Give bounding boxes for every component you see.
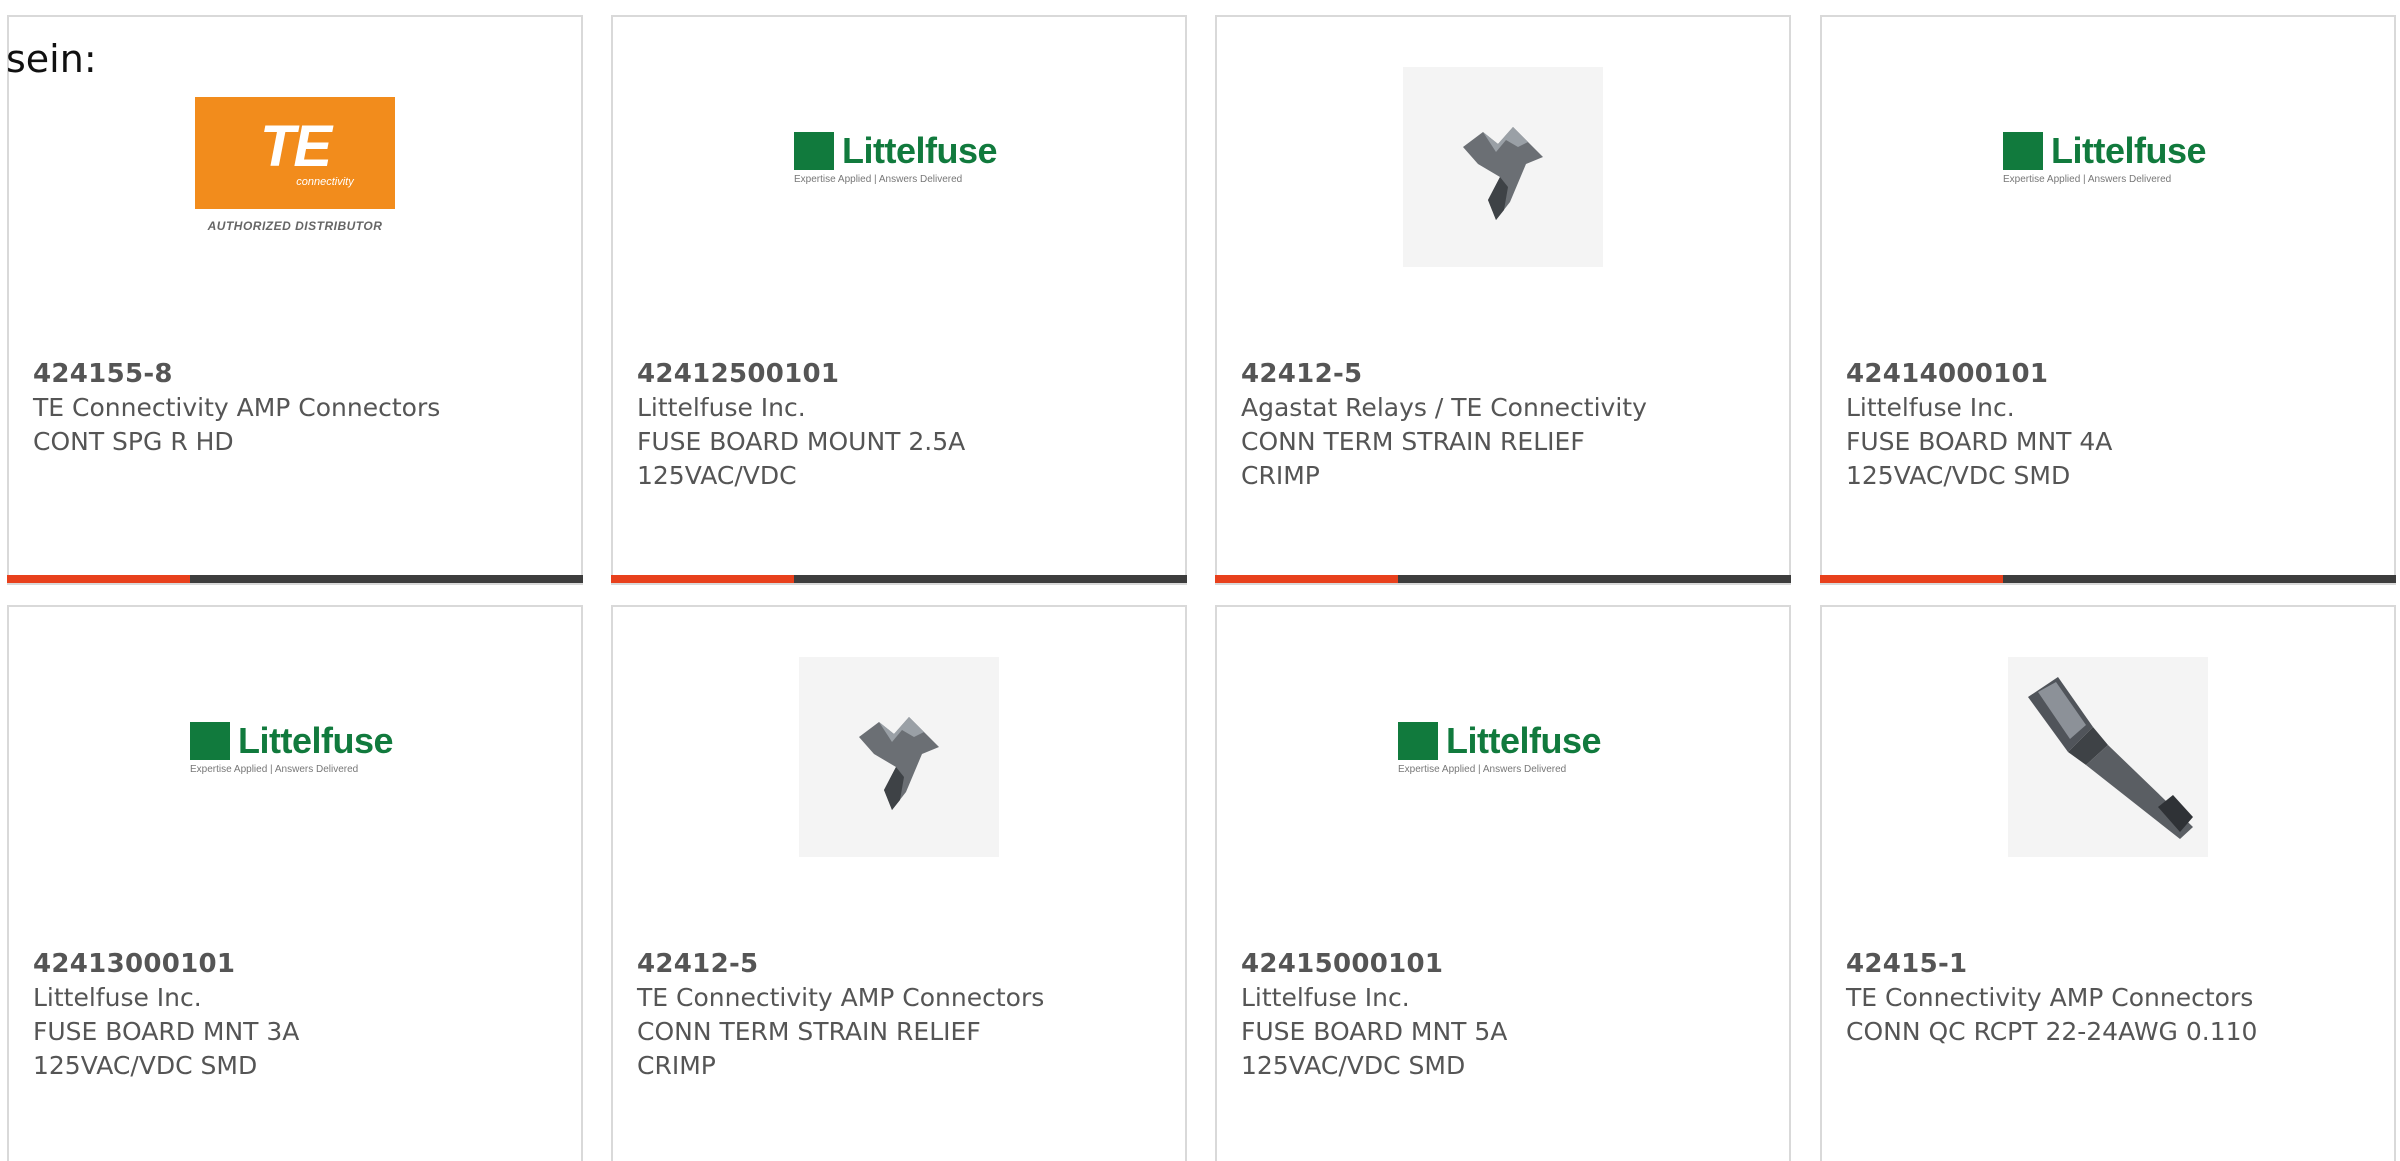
description: CONT SPG R HD — [33, 427, 234, 456]
product-info: 42415000101 Littelfuse Inc. FUSE BOARD M… — [1241, 947, 1769, 1083]
description-cont: 125VAC/VDC — [637, 461, 797, 490]
littelfuse-mark-icon — [794, 132, 834, 170]
part-number[interactable]: 42414000101 — [1846, 357, 2374, 391]
product-image[interactable] — [613, 647, 1185, 867]
description: FUSE BOARD MNT 4A — [1846, 427, 2113, 456]
product-image[interactable] — [1217, 57, 1789, 277]
part-number[interactable]: 42415000101 — [1241, 947, 1769, 981]
manufacturer: TE Connectivity AMP Connectors — [33, 393, 441, 422]
product-image[interactable]: Littelfuse Expertise Applied | Answers D… — [1217, 647, 1789, 867]
part-number[interactable]: 42413000101 — [33, 947, 561, 981]
product-image[interactable]: Littelfuse Expertise Applied | Answers D… — [1822, 57, 2394, 277]
product-image[interactable]: Littelfuse Expertise Applied | Answers D… — [613, 57, 1185, 277]
product-card[interactable]: 42415-1 TE Connectivity AMP Connectors C… — [1820, 605, 2396, 1161]
card-footer-bar — [1820, 575, 2396, 583]
littelfuse-mark-icon — [1398, 722, 1438, 760]
part-number[interactable]: 424155-8 — [33, 357, 561, 391]
product-info: 42413000101 Littelfuse Inc. FUSE BOARD M… — [33, 947, 561, 1083]
manufacturer: Littelfuse Inc. — [1846, 393, 2015, 422]
manufacturer: Littelfuse Inc. — [1241, 983, 1410, 1012]
littelfuse-logo: Littelfuse Expertise Applied | Answers D… — [794, 130, 998, 185]
description-cont: 125VAC/VDC SMD — [33, 1051, 258, 1080]
description: FUSE BOARD MNT 3A — [33, 1017, 300, 1046]
manufacturer: Littelfuse Inc. — [637, 393, 806, 422]
description-cont: CRIMP — [1241, 461, 1320, 490]
card-footer-bar — [1215, 575, 1791, 583]
product-card[interactable]: Littelfuse Expertise Applied | Answers D… — [611, 15, 1187, 585]
product-info: 42412500101 Littelfuse Inc. FUSE BOARD M… — [637, 357, 1165, 493]
strain-relief-photo — [799, 657, 999, 857]
part-number[interactable]: 42412-5 — [637, 947, 1165, 981]
product-card[interactable]: Littelfuse Expertise Applied | Answers D… — [7, 605, 583, 1161]
product-card[interactable]: TE connectivity AUTHORIZED DISTRIBUTOR 4… — [7, 15, 583, 585]
product-info: 42412-5 TE Connectivity AMP Connectors C… — [637, 947, 1165, 1083]
product-card[interactable]: Littelfuse Expertise Applied | Answers D… — [1215, 605, 1791, 1161]
description: CONN TERM STRAIN RELIEF — [1241, 427, 1585, 456]
description: FUSE BOARD MNT 5A — [1241, 1017, 1508, 1046]
littelfuse-mark-icon — [190, 722, 230, 760]
strain-relief-photo — [1403, 67, 1603, 267]
product-image[interactable]: TE connectivity AUTHORIZED DISTRIBUTOR — [9, 57, 581, 277]
part-number[interactable]: 42412-5 — [1241, 357, 1769, 391]
manufacturer: TE Connectivity AMP Connectors — [637, 983, 1045, 1012]
product-image[interactable]: Littelfuse Expertise Applied | Answers D… — [9, 647, 581, 867]
product-card[interactable]: 42412-5 Agastat Relays / TE Connectivity… — [1215, 15, 1791, 585]
product-card[interactable]: Littelfuse Expertise Applied | Answers D… — [1820, 15, 2396, 585]
product-info: 42414000101 Littelfuse Inc. FUSE BOARD M… — [1846, 357, 2374, 493]
quick-connect-photo — [2008, 657, 2208, 857]
product-info: 424155-8 TE Connectivity AMP Connectors … — [33, 357, 561, 459]
intro-text: sein: — [6, 37, 97, 81]
manufacturer: TE Connectivity AMP Connectors — [1846, 983, 2254, 1012]
littelfuse-mark-icon — [2003, 132, 2043, 170]
product-image[interactable] — [1822, 647, 2394, 867]
littelfuse-logo: Littelfuse Expertise Applied | Answers D… — [190, 720, 394, 775]
description: FUSE BOARD MOUNT 2.5A — [637, 427, 966, 456]
littelfuse-logo: Littelfuse Expertise Applied | Answers D… — [2003, 130, 2207, 185]
description: CONN TERM STRAIN RELIEF — [637, 1017, 981, 1046]
product-card[interactable]: 42412-5 TE Connectivity AMP Connectors C… — [611, 605, 1187, 1161]
product-info: 42412-5 Agastat Relays / TE Connectivity… — [1241, 357, 1769, 493]
card-footer-bar — [611, 575, 1187, 583]
manufacturer: Littelfuse Inc. — [33, 983, 202, 1012]
product-info: 42415-1 TE Connectivity AMP Connectors C… — [1846, 947, 2374, 1049]
description: CONN QC RCPT 22-24AWG 0.110 — [1846, 1017, 2258, 1046]
product-grid-page: sein: TE connectivity AUTHORIZED DISTRIB… — [0, 0, 2400, 1161]
card-footer-bar — [7, 575, 583, 583]
littelfuse-logo: Littelfuse Expertise Applied | Answers D… — [1398, 720, 1602, 775]
part-number[interactable]: 42412500101 — [637, 357, 1165, 391]
description-cont: CRIMP — [637, 1051, 716, 1080]
manufacturer: Agastat Relays / TE Connectivity — [1241, 393, 1647, 422]
description-cont: 125VAC/VDC SMD — [1846, 461, 2071, 490]
part-number[interactable]: 42415-1 — [1846, 947, 2374, 981]
te-logo: TE connectivity AUTHORIZED DISTRIBUTOR — [195, 97, 395, 237]
description-cont: 125VAC/VDC SMD — [1241, 1051, 1466, 1080]
